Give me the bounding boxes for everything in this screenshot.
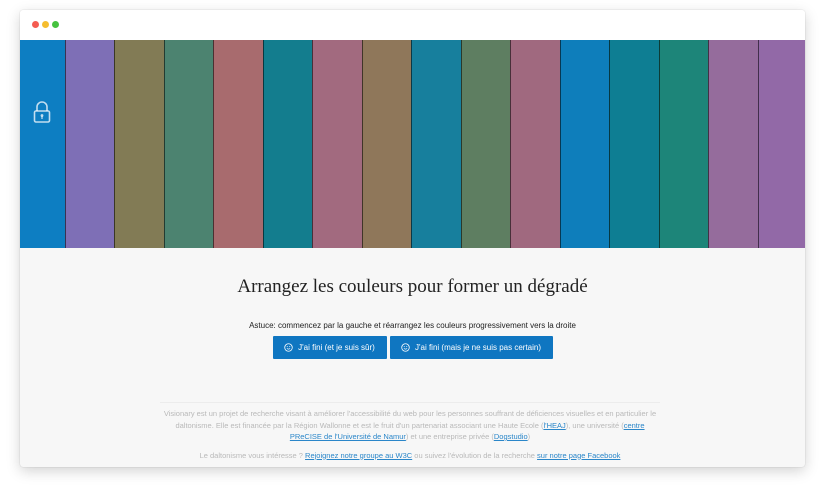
color-stripe-2[interactable] — [65, 40, 114, 248]
color-stripe-11[interactable] — [510, 40, 560, 248]
footer-text: ) et une entreprise privée ( — [405, 432, 494, 441]
link-heaj[interactable]: l'HEAJ — [543, 421, 565, 430]
finished-sure-label: J'ai fini (et je suis sûr) — [298, 343, 375, 352]
main-content: Arrangez les couleurs pour former un dég… — [20, 248, 805, 467]
color-stripe-10[interactable] — [461, 40, 510, 248]
title-bar — [20, 10, 805, 40]
color-stripe-1[interactable] — [20, 40, 65, 248]
color-stripe-15[interactable] — [708, 40, 758, 248]
color-strip-board — [20, 40, 805, 248]
color-stripe-12[interactable] — [560, 40, 609, 248]
footer-text: ou suivez l'évolution de la recherche — [412, 450, 538, 460]
close-window-button[interactable] — [32, 21, 39, 28]
smiley-icon — [284, 343, 293, 352]
finished-unsure-button[interactable]: J'ai fini (mais je ne suis pas certain) — [389, 336, 553, 359]
hint-text: Astuce: commencez par la gauche et réarr… — [249, 321, 576, 330]
color-stripe-16[interactable] — [758, 40, 805, 248]
padlock-icon — [33, 101, 51, 123]
color-stripe-9[interactable] — [411, 40, 461, 248]
minimize-window-button[interactable] — [42, 21, 49, 28]
link-dogstudio[interactable]: Dogstudio — [494, 432, 528, 441]
finished-sure-button[interactable]: J'ai fini (et je suis sûr) — [272, 336, 387, 359]
footer: Visionary est un projet de recherche vis… — [160, 408, 660, 461]
footer-text: ), une université ( — [565, 420, 624, 430]
footer-community: Le daltonisme vous intéresse ? Rejoignez… — [160, 450, 660, 462]
color-stripe-14[interactable] — [659, 40, 708, 248]
finished-unsure-label: J'ai fini (mais je ne suis pas certain) — [414, 343, 542, 352]
color-stripe-8[interactable] — [362, 40, 411, 248]
color-stripe-3[interactable] — [114, 40, 164, 248]
footer-text: ) — [527, 432, 531, 441]
smiley-icon — [401, 343, 410, 352]
footer-divider — [160, 402, 660, 403]
footer-about: Visionary est un projet de recherche vis… — [160, 408, 660, 443]
maximize-window-button[interactable] — [52, 21, 59, 28]
color-stripe-6[interactable] — [263, 40, 312, 248]
color-stripe-4[interactable] — [164, 40, 213, 248]
browser-window: Arrangez les couleurs pour former un dég… — [20, 10, 805, 467]
color-stripe-7[interactable] — [312, 40, 362, 248]
link-w3c-group[interactable]: Rejoignez notre groupe au W3C — [305, 451, 412, 460]
color-stripe-13[interactable] — [609, 40, 659, 248]
footer-text: Le daltonisme vous intéresse ? — [199, 450, 306, 460]
color-stripe-5[interactable] — [213, 40, 263, 248]
link-facebook-page[interactable]: sur notre page Facebook — [537, 451, 620, 460]
action-buttons: J'ai fini (et je suis sûr) J'ai fini (ma… — [20, 336, 805, 359]
page-title: Arrangez les couleurs pour former un dég… — [237, 276, 588, 297]
